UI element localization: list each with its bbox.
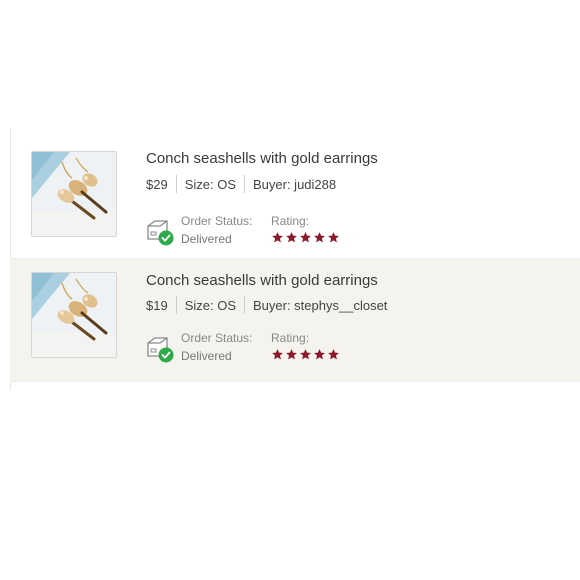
star-icon bbox=[286, 349, 297, 360]
order-status-label: Order Status: bbox=[181, 214, 253, 228]
orders-list: Conch seashells with gold earrings $29 S… bbox=[10, 134, 580, 382]
order-status-label: Order Status: bbox=[181, 331, 253, 345]
star-icon bbox=[300, 349, 311, 360]
star-icon bbox=[272, 232, 283, 243]
price: $29 bbox=[146, 176, 168, 192]
order-status-block: Order Status: Delivered Rating: bbox=[145, 214, 385, 250]
star-icon bbox=[314, 349, 325, 360]
rating-label: Rating: bbox=[271, 331, 310, 345]
rating-stars bbox=[271, 348, 340, 361]
price: $19 bbox=[146, 297, 168, 313]
order-row[interactable]: Conch seashells with gold earrings $19 S… bbox=[10, 259, 580, 382]
order-status-value: Delivered bbox=[181, 232, 232, 246]
rating-stars bbox=[271, 231, 340, 244]
product-title[interactable]: Conch seashells with gold earrings bbox=[146, 272, 378, 289]
size: Size: OS bbox=[184, 297, 236, 313]
order-meta: $19 Size: OS Buyer: stephys__closet bbox=[146, 296, 387, 314]
rating-label: Rating: bbox=[271, 214, 310, 228]
order-status-block: Order Status: Delivered Rating: bbox=[145, 331, 385, 367]
buyer[interactable]: Buyer: stephys__closet bbox=[253, 298, 387, 313]
earrings-photo bbox=[32, 152, 116, 236]
size: Size: OS bbox=[184, 176, 236, 192]
order-row[interactable]: Conch seashells with gold earrings $29 S… bbox=[10, 134, 580, 259]
star-icon bbox=[300, 232, 311, 243]
divider bbox=[244, 175, 245, 193]
star-icon bbox=[272, 349, 283, 360]
buyer[interactable]: Buyer: judi288 bbox=[253, 177, 336, 192]
order-meta: $29 Size: OS Buyer: judi288 bbox=[146, 175, 336, 193]
product-title[interactable]: Conch seashells with gold earrings bbox=[146, 150, 378, 167]
star-icon bbox=[286, 232, 297, 243]
delivered-box-icon bbox=[147, 220, 174, 246]
star-icon bbox=[314, 232, 325, 243]
earrings-photo bbox=[32, 273, 116, 357]
divider bbox=[175, 296, 177, 314]
divider bbox=[175, 175, 177, 193]
product-thumbnail[interactable] bbox=[31, 272, 117, 358]
star-icon bbox=[328, 349, 339, 360]
product-thumbnail[interactable] bbox=[31, 151, 117, 237]
order-status-value: Delivered bbox=[181, 349, 232, 363]
delivered-box-icon bbox=[147, 337, 174, 363]
star-icon bbox=[328, 232, 339, 243]
divider bbox=[244, 296, 245, 314]
